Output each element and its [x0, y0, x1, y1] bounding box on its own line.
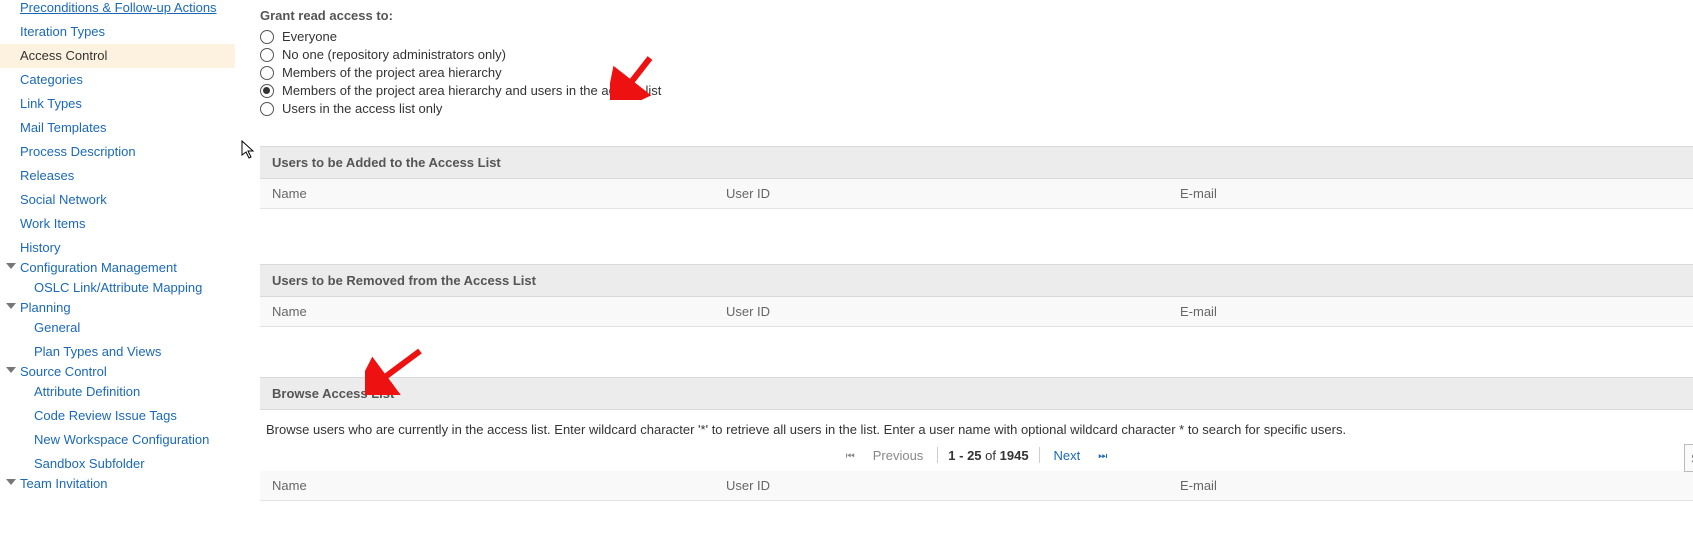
radio-project-hierarchy[interactable]: Members of the project area hierarchy	[260, 65, 1693, 80]
sidebar-item-link-types[interactable]: Link Types	[0, 92, 235, 116]
column-name[interactable]: Name	[260, 179, 714, 208]
divider	[1039, 447, 1040, 463]
radio-icon	[260, 84, 274, 98]
column-userid[interactable]: User ID	[714, 471, 1168, 500]
radio-icon	[260, 48, 274, 62]
radio-icon	[260, 30, 274, 44]
first-page-icon: ⏮	[846, 451, 855, 462]
browse-description: Browse users who are currently in the ac…	[266, 422, 1693, 437]
sidebar-group-team-invitation[interactable]: Team Invitation	[0, 472, 113, 495]
grant-access-label: Grant read access to:	[260, 8, 1693, 23]
pager: ⏮ Previous 1 - 25 of 1945 Next ⏭	[260, 447, 1693, 463]
sidebar-group-label: Team Invitation	[20, 476, 107, 491]
sidebar: Preconditions & Follow-up Actions Iterat…	[0, 0, 235, 492]
radio-icon	[260, 102, 274, 116]
radio-no-one[interactable]: No one (repository administrators only)	[260, 47, 1693, 62]
sidebar-item-code-review-tags[interactable]: Code Review Issue Tags	[0, 404, 235, 428]
last-page-icon: ⏭	[1098, 451, 1107, 462]
pager-first-button: ⏮	[842, 448, 859, 463]
column-email[interactable]: E-mail	[1168, 179, 1693, 208]
column-name[interactable]: Name	[260, 297, 714, 326]
pager-range: 1 - 25 of 1945	[948, 448, 1028, 463]
sidebar-group-planning[interactable]: Planning	[0, 296, 77, 319]
radio-label: Users in the access list only	[282, 101, 442, 116]
divider	[937, 447, 938, 463]
chevron-down-icon	[6, 263, 16, 269]
pager-range-of: of	[982, 448, 1000, 463]
chevron-down-icon	[6, 303, 16, 309]
sidebar-group-label: Source Control	[20, 364, 107, 379]
sidebar-item-general[interactable]: General	[0, 316, 235, 340]
column-email[interactable]: E-mail	[1168, 297, 1693, 326]
section-title: Users to be Removed from the Access List	[260, 264, 1693, 297]
table-header: Name User ID E-mail	[260, 179, 1693, 209]
main-content: Grant read access to: Everyone No one (r…	[235, 0, 1693, 501]
sidebar-item-attribute-definition[interactable]: Attribute Definition	[0, 380, 235, 404]
sidebar-item-preconditions[interactable]: Preconditions & Follow-up Actions	[0, 0, 235, 20]
sidebar-item-new-workspace-config[interactable]: New Workspace Configuration	[0, 428, 235, 452]
chevron-down-icon	[6, 479, 16, 485]
section-browse-access-list: Browse Access List Browse users who are …	[260, 377, 1693, 501]
column-email[interactable]: E-mail	[1168, 471, 1693, 500]
sidebar-item-social-network[interactable]: Social Network	[0, 188, 235, 212]
section-users-to-remove: Users to be Removed from the Access List…	[260, 264, 1693, 327]
sidebar-item-releases[interactable]: Releases	[0, 164, 235, 188]
pager-last-button[interactable]: ⏭	[1094, 448, 1111, 463]
radio-everyone[interactable]: Everyone	[260, 29, 1693, 44]
table-header: Name User ID E-mail	[260, 297, 1693, 327]
sidebar-item-work-items[interactable]: Work Items	[0, 212, 235, 236]
sidebar-item-iteration-types[interactable]: Iteration Types	[0, 20, 235, 44]
sidebar-group-label: Planning	[20, 300, 71, 315]
column-userid[interactable]: User ID	[714, 179, 1168, 208]
cursor-icon	[241, 140, 257, 165]
radio-label: No one (repository administrators only)	[282, 47, 506, 62]
sidebar-item-mail-templates[interactable]: Mail Templates	[0, 116, 235, 140]
radio-label: Members of the project area hierarchy an…	[282, 83, 661, 98]
search-box	[1684, 444, 1693, 472]
radio-hierarchy-and-list[interactable]: Members of the project area hierarchy an…	[260, 83, 1693, 98]
radio-label: Everyone	[282, 29, 337, 44]
section-title: Browse Access List	[260, 377, 1693, 410]
sidebar-group-config-management[interactable]: Configuration Management	[0, 256, 183, 279]
sidebar-item-categories[interactable]: Categories	[0, 68, 235, 92]
pager-range-total: 1945	[1000, 448, 1029, 463]
radio-label: Members of the project area hierarchy	[282, 65, 502, 80]
column-userid[interactable]: User ID	[714, 297, 1168, 326]
chevron-down-icon	[6, 367, 16, 373]
sidebar-group-label: Configuration Management	[20, 260, 177, 275]
pager-range-current: 1 - 25	[948, 448, 981, 463]
sidebar-item-process-description[interactable]: Process Description	[0, 140, 235, 164]
pager-previous-button: Previous	[869, 448, 928, 463]
sidebar-item-access-control[interactable]: Access Control	[0, 44, 235, 68]
section-title: Users to be Added to the Access List	[260, 146, 1693, 179]
radio-access-list-only[interactable]: Users in the access list only	[260, 101, 1693, 116]
section-users-to-add: Users to be Added to the Access List Nam…	[260, 146, 1693, 209]
radio-icon	[260, 66, 274, 80]
sidebar-group-source-control[interactable]: Source Control	[0, 360, 113, 383]
pager-next-button[interactable]: Next	[1050, 448, 1085, 463]
table-header: Name User ID E-mail	[260, 471, 1693, 501]
column-name[interactable]: Name	[260, 471, 714, 500]
search-input[interactable]	[1684, 444, 1693, 472]
